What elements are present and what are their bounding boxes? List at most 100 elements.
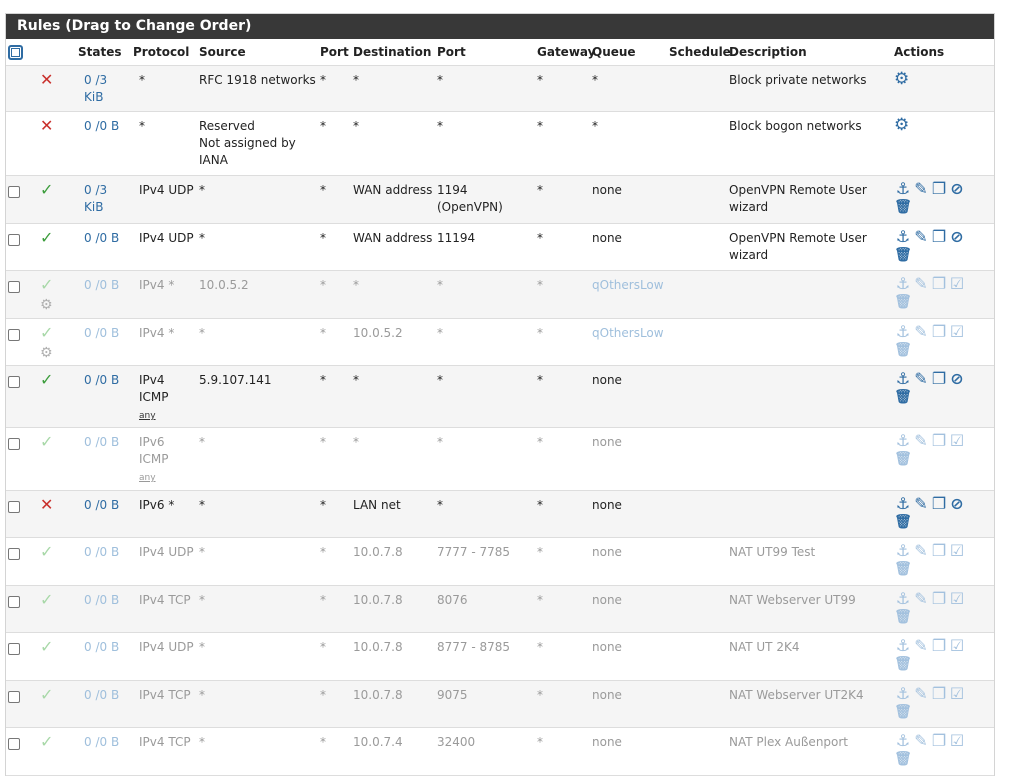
pass-icon[interactable]: ✓ [40, 180, 53, 199]
pass-icon[interactable]: ✓ [40, 228, 53, 247]
states-link[interactable]: 0 /0 B [84, 278, 119, 292]
edit-pencil-icon[interactable]: ✎ [912, 685, 930, 703]
trash-icon[interactable]: 🗑 [894, 341, 912, 359]
trash-icon[interactable]: 🗑 [894, 513, 912, 531]
table-row[interactable]: ✓ ⚙ 0 /0 B IPv4 * 10.0.5.2 * * * * qOthersLow ⚓ ✎ ❐ ☑… [6, 270, 994, 319]
table-row[interactable]: ✓ 0 /0 B IPv4 ICMP any 5.9.107.141 * * * * none ⚓ ✎… [6, 365, 994, 428]
enable-icon[interactable]: ☑ [948, 637, 966, 655]
enable-icon[interactable]: ☑ [948, 432, 966, 450]
row-checkbox[interactable] [8, 501, 20, 513]
edit-pencil-icon[interactable]: ✎ [912, 180, 930, 198]
states-link[interactable]: 0 /0 B [84, 231, 119, 245]
enable-icon[interactable]: ☑ [948, 590, 966, 608]
disable-icon[interactable]: ⊘ [948, 495, 966, 513]
pass-icon[interactable]: ✓ [40, 732, 53, 751]
copy-icon[interactable]: ❐ [930, 685, 948, 703]
pass-icon[interactable]: ✓ [40, 590, 53, 609]
disable-icon[interactable]: ⊘ [948, 180, 966, 198]
states-link[interactable]: 0 /0 B [84, 498, 119, 512]
states-link[interactable]: 0 /0 B [84, 435, 119, 449]
anchor-icon[interactable]: ⚓ [894, 323, 912, 341]
trash-icon[interactable]: 🗑 [894, 450, 912, 468]
states-link[interactable]: 0 /0 B [84, 593, 119, 607]
row-checkbox[interactable] [8, 329, 20, 341]
trash-icon[interactable]: 🗑 [894, 560, 912, 578]
table-row[interactable]: ✓ 0 /0 B IPv4 UDP * * WAN address 11194 * none Op… [6, 223, 994, 271]
pass-icon[interactable]: ✓ [40, 637, 53, 656]
row-checkbox[interactable] [8, 691, 20, 703]
edit-pencil-icon[interactable]: ✎ [912, 370, 930, 388]
pass-icon[interactable]: ✓ [40, 542, 53, 561]
anchor-icon[interactable]: ⚓ [894, 685, 912, 703]
copy-icon[interactable]: ❐ [930, 323, 948, 341]
row-checkbox[interactable] [8, 548, 20, 560]
row-checkbox[interactable] [8, 186, 20, 198]
copy-icon[interactable]: ❐ [930, 228, 948, 246]
pass-icon[interactable]: ✓ [40, 432, 53, 451]
states-link[interactable]: 0 /0 B [84, 688, 119, 702]
edit-pencil-icon[interactable]: ✎ [912, 732, 930, 750]
copy-icon[interactable]: ❐ [930, 637, 948, 655]
states-cell[interactable]: 0 /0 B [76, 490, 131, 538]
trash-icon[interactable]: 🗑 [894, 655, 912, 673]
copy-icon[interactable]: ❐ [930, 495, 948, 513]
disable-icon[interactable]: ⊘ [948, 370, 966, 388]
states-cell[interactable]: 0 /0 B [76, 365, 131, 428]
trash-icon[interactable]: 🗑 [894, 608, 912, 626]
states-link[interactable]: 0 /3 KiB [84, 73, 107, 104]
states-link[interactable]: 0 /3 KiB [84, 183, 107, 214]
copy-icon[interactable]: ❐ [930, 542, 948, 560]
row-checkbox[interactable] [8, 234, 20, 246]
enable-icon[interactable]: ☑ [948, 732, 966, 750]
states-cell[interactable]: 0 /0 B [76, 427, 131, 491]
anchor-icon[interactable]: ⚓ [894, 275, 912, 293]
states-cell[interactable]: 0 /0 B [76, 585, 131, 633]
row-checkbox[interactable] [8, 281, 20, 293]
table-row[interactable]: ✓ 0 /0 B IPv4 UDP * * 10.0.7.8 7777 - 7785 * non… [6, 537, 994, 586]
trash-icon[interactable]: 🗑 [894, 388, 912, 406]
icmp-type-link[interactable]: any [139, 473, 156, 483]
states-cell[interactable]: 0 /3 KiB [76, 65, 131, 112]
trash-icon[interactable]: 🗑 [894, 293, 912, 311]
pass-icon[interactable]: ✓ [40, 370, 53, 389]
anchor-icon[interactable]: ⚓ [894, 590, 912, 608]
states-cell[interactable]: 0 /0 B [76, 223, 131, 271]
states-link[interactable]: 0 /0 B [84, 545, 119, 559]
icmp-type-link[interactable]: any [139, 411, 156, 421]
row-checkbox[interactable] [8, 438, 20, 450]
table-row[interactable]: ✓ 0 /0 B IPv6 ICMP any * * * * * none ⚓ ✎ ❐ ☑ 🗑 [6, 427, 994, 491]
pass-icon[interactable]: ✓ [40, 685, 53, 704]
states-link[interactable]: 0 /0 B [84, 326, 119, 340]
states-cell[interactable]: 0 /0 B [76, 632, 131, 681]
states-cell[interactable]: 0 /0 B [76, 111, 131, 176]
table-row[interactable]: ✓ 0 /0 B IPv4 TCP * * 10.0.7.4 32400 * none NAT P… [6, 727, 994, 776]
block-icon[interactable]: ✕ [40, 116, 53, 135]
anchor-icon[interactable]: ⚓ [894, 732, 912, 750]
trash-icon[interactable]: 🗑 [894, 750, 912, 768]
edit-pencil-icon[interactable]: ✎ [912, 275, 930, 293]
states-cell[interactable]: 0 /0 B [76, 537, 131, 586]
anchor-icon[interactable]: ⚓ [894, 432, 912, 450]
states-link[interactable]: 0 /0 B [84, 119, 119, 133]
pass-icon[interactable]: ✓ [40, 323, 53, 342]
anchor-icon[interactable]: ⚓ [894, 637, 912, 655]
trash-icon[interactable]: 🗑 [894, 246, 912, 264]
table-row[interactable]: ✓ 0 /3 KiB IPv4 UDP * * WAN address 1194 (Open… [6, 175, 994, 224]
edit-gear-icon[interactable]: ⚙ [894, 69, 909, 89]
table-row[interactable]: ✓ ⚙ 0 /0 B IPv4 * * * 10.0.5.2 * * qOthersLow ⚓ ✎ ❐ ☑… [6, 318, 994, 366]
edit-pencil-icon[interactable]: ✎ [912, 637, 930, 655]
copy-icon[interactable]: ❐ [930, 590, 948, 608]
table-row[interactable]: ✕ 0 /0 B * Reserved Not assigned by IANA * * *… [6, 111, 994, 176]
anchor-icon[interactable]: ⚓ [894, 228, 912, 246]
table-row[interactable]: ✕ 0 /0 B IPv6 * * * LAN net * * none ⚓ ✎ ❐ ⊘ 🗑 [6, 490, 994, 538]
anchor-icon[interactable]: ⚓ [894, 495, 912, 513]
states-cell[interactable]: 0 /0 B [76, 270, 131, 319]
edit-pencil-icon[interactable]: ✎ [912, 495, 930, 513]
block-icon[interactable]: ✕ [40, 495, 53, 514]
enable-icon[interactable]: ☑ [948, 323, 966, 341]
states-cell[interactable]: 0 /0 B [76, 680, 131, 728]
anchor-icon[interactable]: ⚓ [894, 180, 912, 198]
table-row[interactable]: ✕ 0 /3 KiB * RFC 1918 networks * * * * * Block pr… [6, 65, 994, 112]
copy-icon[interactable]: ❐ [930, 732, 948, 750]
pass-icon[interactable]: ✓ [40, 275, 53, 294]
